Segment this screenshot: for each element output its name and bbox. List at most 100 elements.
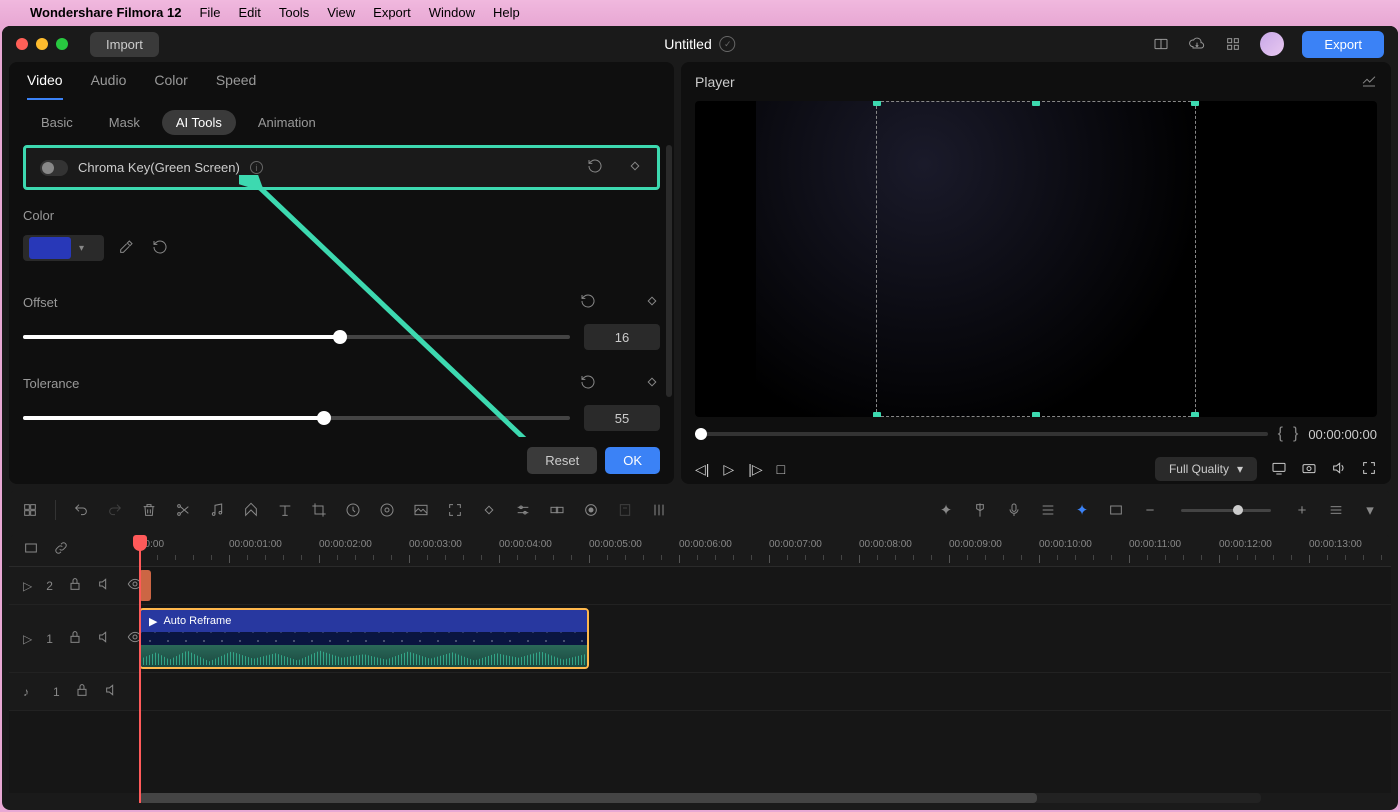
mic-icon[interactable]	[1005, 501, 1023, 519]
select-tool-icon[interactable]	[21, 501, 39, 519]
split-icon[interactable]	[174, 501, 192, 519]
menu-file[interactable]: File	[199, 5, 220, 20]
camera-icon[interactable]	[1301, 460, 1317, 479]
keyframe-offset-icon[interactable]	[644, 293, 660, 312]
render-icon[interactable]: ✦	[1073, 501, 1091, 519]
player-scrubber[interactable]	[695, 432, 1268, 436]
menu-tools[interactable]: Tools	[279, 5, 309, 20]
apps-grid-icon[interactable]	[1224, 35, 1242, 53]
layout-icon[interactable]	[1152, 35, 1170, 53]
keyframe-tool-icon[interactable]	[480, 501, 498, 519]
lock-icon[interactable]	[74, 682, 90, 701]
user-avatar[interactable]	[1260, 32, 1284, 56]
record-icon[interactable]	[582, 501, 600, 519]
prev-frame-icon[interactable]: ◁|	[695, 461, 709, 478]
fullscreen-icon[interactable]	[1361, 460, 1377, 479]
auto-icon[interactable]: ✦	[937, 501, 955, 519]
stop-icon[interactable]: □	[777, 461, 785, 477]
group-icon[interactable]	[548, 501, 566, 519]
reset-chroma-icon[interactable]	[587, 158, 603, 177]
export-button[interactable]: Export	[1302, 31, 1384, 58]
subtab-ai-tools[interactable]: AI Tools	[162, 110, 236, 135]
menu-view[interactable]: View	[327, 5, 355, 20]
music-icon[interactable]	[208, 501, 226, 519]
redo-icon[interactable]	[106, 501, 124, 519]
minimize-window-button[interactable]	[36, 38, 48, 50]
mixer-icon[interactable]	[1039, 501, 1057, 519]
tag-icon[interactable]	[242, 501, 260, 519]
handle-tr[interactable]	[1191, 101, 1199, 106]
audio-mixer-icon[interactable]	[650, 501, 668, 519]
info-icon[interactable]: i	[250, 161, 263, 174]
text-icon[interactable]	[276, 501, 294, 519]
reset-color-icon[interactable]	[152, 239, 168, 258]
color-wheel-icon[interactable]	[378, 501, 396, 519]
reset-button[interactable]: Reset	[527, 447, 597, 474]
next-frame-icon[interactable]: |▷	[748, 461, 762, 478]
close-window-button[interactable]	[16, 38, 28, 50]
zoom-out-icon[interactable]: −	[1141, 501, 1159, 519]
menu-edit[interactable]: Edit	[238, 5, 260, 20]
handle-bl[interactable]	[873, 412, 881, 417]
color-picker[interactable]: ▾	[23, 235, 104, 261]
handle-top[interactable]	[1032, 101, 1040, 106]
video-clip[interactable]: ▶ Auto Reframe	[139, 608, 589, 669]
timeline-scrollbar[interactable]	[9, 793, 1391, 803]
track-options-icon[interactable]: ▾	[1361, 501, 1379, 519]
speed-icon[interactable]	[344, 501, 362, 519]
crop-icon[interactable]	[310, 501, 328, 519]
mute-icon[interactable]	[97, 576, 113, 595]
marker-icon[interactable]	[971, 501, 989, 519]
lock-icon[interactable]	[67, 629, 83, 648]
mute-icon[interactable]	[97, 629, 113, 648]
menu-window[interactable]: Window	[429, 5, 475, 20]
tab-audio[interactable]: Audio	[91, 72, 127, 100]
play-icon[interactable]: ▷	[723, 461, 734, 478]
handle-bottom[interactable]	[1032, 412, 1040, 417]
tab-color[interactable]: Color	[154, 72, 187, 100]
thumbnail-icon[interactable]	[1107, 501, 1125, 519]
offset-slider[interactable]	[23, 335, 570, 339]
keyframe-chroma-icon[interactable]	[627, 158, 643, 177]
player-viewport[interactable]	[695, 101, 1377, 417]
eyedropper-icon[interactable]	[118, 239, 134, 258]
picture-icon[interactable]	[412, 501, 430, 519]
maximize-window-button[interactable]	[56, 38, 68, 50]
screen-icon[interactable]	[1271, 460, 1287, 479]
expand-icon[interactable]	[446, 501, 464, 519]
tolerance-slider[interactable]	[23, 416, 570, 420]
subtab-animation[interactable]: Animation	[244, 110, 330, 135]
selection-box[interactable]	[876, 101, 1196, 417]
cloud-sync-icon[interactable]: ✓	[720, 36, 736, 52]
offset-value[interactable]: 16	[584, 324, 660, 350]
zoom-slider[interactable]	[1181, 509, 1271, 512]
timeline-ruler[interactable]: 00:0000:00:01:0000:00:02:0000:00:03:0000…	[9, 535, 1391, 567]
cloud-download-icon[interactable]	[1188, 35, 1206, 53]
mute-icon[interactable]	[104, 682, 120, 701]
tolerance-value[interactable]: 55	[584, 405, 660, 431]
quality-dropdown[interactable]: Full Quality ▾	[1155, 457, 1257, 481]
ok-button[interactable]: OK	[605, 447, 660, 474]
link-icon[interactable]	[53, 540, 69, 561]
subtab-basic[interactable]: Basic	[27, 110, 87, 135]
mark-in-icon[interactable]: {	[1278, 425, 1283, 443]
keyframe-tolerance-icon[interactable]	[644, 374, 660, 393]
reset-offset-icon[interactable]	[580, 293, 596, 312]
import-button[interactable]: Import	[90, 32, 159, 57]
menu-export[interactable]: Export	[373, 5, 411, 20]
undo-icon[interactable]	[72, 501, 90, 519]
reset-tolerance-icon[interactable]	[580, 374, 596, 393]
tab-speed[interactable]: Speed	[216, 72, 256, 100]
subtab-mask[interactable]: Mask	[95, 110, 154, 135]
chroma-key-toggle[interactable]	[40, 160, 68, 176]
adjust-icon[interactable]	[514, 501, 532, 519]
handle-tl[interactable]	[873, 101, 881, 106]
properties-scrollbar[interactable]	[666, 145, 672, 397]
snapshot-settings-icon[interactable]	[1361, 72, 1377, 91]
volume-icon[interactable]	[1331, 460, 1347, 479]
tab-video[interactable]: Video	[27, 72, 63, 100]
playhead[interactable]	[139, 535, 141, 803]
track-view-icon[interactable]	[1327, 501, 1345, 519]
media-browser-icon[interactable]	[23, 540, 39, 561]
transcribe-icon[interactable]	[616, 501, 634, 519]
